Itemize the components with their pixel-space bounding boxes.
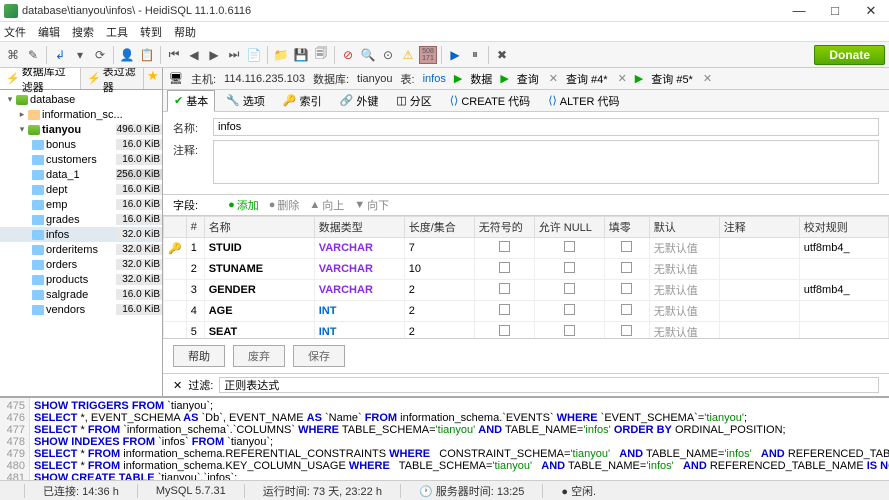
maximize-button[interactable]: □ (821, 3, 849, 19)
table-name-input[interactable] (213, 118, 879, 136)
table-comment-input[interactable] (213, 140, 879, 184)
menu-edit[interactable]: 编辑 (38, 24, 60, 40)
column-row[interactable]: 3GENDERVARCHAR2无默认值utf8mb4_ (164, 280, 889, 301)
filter-input[interactable] (219, 377, 879, 393)
tree-table-salgrade[interactable]: salgrade16.0 KiB (0, 287, 162, 302)
tool-icon[interactable]: ⌘ (4, 46, 22, 64)
discard-button[interactable]: 废弃 (233, 345, 285, 367)
tool-icon[interactable]: 💾 (292, 46, 310, 64)
table-value[interactable]: infos (423, 73, 446, 85)
tool-icon[interactable]: ⏭ (225, 46, 243, 64)
save-button[interactable]: 保存 (293, 345, 345, 367)
move-down-button[interactable]: ▼向下 (354, 197, 389, 213)
minimize-button[interactable]: — (785, 3, 813, 19)
query-tab[interactable]: 查询 #4* (566, 71, 608, 87)
fields-label: 字段: (173, 197, 198, 213)
tree-table-bonus[interactable]: bonus16.0 KiB (0, 137, 162, 152)
play-icon[interactable]: ▶ (635, 72, 643, 85)
tab-basic[interactable]: ✔基本 (167, 90, 215, 112)
menu-goto[interactable]: 转到 (140, 24, 162, 40)
status-bar: 已连接: 14:36 h MySQL 5.7.31 运行时间: 73 天, 23… (0, 480, 889, 500)
tab-fk[interactable]: 🔗外键 (333, 90, 386, 112)
tool-icon[interactable]: ⚠ (399, 46, 417, 64)
close-filter-icon[interactable]: ✕ (173, 379, 182, 392)
tab-table-filter[interactable]: ⚡表过滤器 (81, 68, 144, 89)
column-row[interactable]: 5SEATINT2无默认值 (164, 322, 889, 339)
db-tree[interactable]: ▾database ▸information_sc... ▾tianyou496… (0, 90, 162, 396)
uptime: 运行时间: 73 天, 23:22 h (263, 483, 382, 499)
tool-run-icon[interactable]: ▶ (446, 46, 464, 64)
tree-table-products[interactable]: products32.0 KiB (0, 272, 162, 287)
tool-icon[interactable]: 📄 (245, 46, 263, 64)
move-up-button[interactable]: ▲向上 (309, 197, 344, 213)
host-value[interactable]: 114.116.235.103 (224, 73, 305, 85)
tool-icon[interactable]: ⊘ (339, 46, 357, 64)
sql-log-pane[interactable]: 475476477478479480481 SHOW TRIGGERS FROM… (0, 396, 889, 480)
tree-table-emp[interactable]: emp16.0 KiB (0, 197, 162, 212)
menu-search[interactable]: 搜索 (72, 24, 94, 40)
menu-bar: 文件 编辑 搜索 工具 转到 帮助 (0, 22, 889, 42)
breadcrumb-bar: 🖥 主机: 114.116.235.103 数据库: tianyou 表: in… (163, 68, 889, 90)
tool-icon[interactable]: ▾ (71, 46, 89, 64)
tab-alter-code[interactable]: ⟨⟩ALTER 代码 (541, 90, 626, 112)
play-icon[interactable]: ▶ (500, 72, 508, 85)
tab-create-code[interactable]: ⟨⟩CREATE 代码 (443, 90, 537, 112)
tree-table-orders[interactable]: orders32.0 KiB (0, 257, 162, 272)
menu-tools[interactable]: 工具 (106, 24, 128, 40)
tool-icon[interactable]: 📋 (138, 46, 156, 64)
tool-icon[interactable]: ◀ (185, 46, 203, 64)
add-field-button[interactable]: ●添加 (228, 197, 259, 213)
title-bar: database\tianyou\infos\ - HeidiSQL 11.1.… (0, 0, 889, 22)
db-value[interactable]: tianyou (357, 73, 392, 85)
close-button[interactable]: ✕ (857, 3, 885, 19)
favorite-icon[interactable]: ★ (144, 68, 162, 89)
tree-table-vendors[interactable]: vendors16.0 KiB (0, 302, 162, 317)
tool-icon[interactable]: ✎ (24, 46, 42, 64)
menu-help[interactable]: 帮助 (174, 24, 196, 40)
tab-options[interactable]: 🔧选项 (219, 90, 272, 112)
tree-table-data_1[interactable]: data_1256.0 KiB (0, 167, 162, 182)
tool-icon[interactable]: ⟳ (91, 46, 109, 64)
window-title: database\tianyou\infos\ - HeidiSQL 11.1.… (22, 5, 785, 17)
tool-icon[interactable]: ⏮ (165, 46, 183, 64)
tab-index[interactable]: 🔑索引 (276, 90, 329, 112)
app-icon (4, 4, 18, 18)
tool-icon[interactable]: 🗐 (312, 46, 330, 64)
tool-icon[interactable]: 508171 (419, 46, 437, 64)
tab-partition[interactable]: ◫分区 (389, 90, 438, 112)
column-row[interactable]: 🔑1STUIDVARCHAR7无默认值utf8mb4_ (164, 238, 889, 259)
donate-button[interactable]: Donate (814, 45, 885, 65)
tool-icon[interactable]: 👤 (118, 46, 136, 64)
tool-icon[interactable]: ✖ (493, 46, 511, 64)
help-button[interactable]: 帮助 (173, 345, 225, 367)
tool-icon[interactable]: ⊙ (379, 46, 397, 64)
tool-icon[interactable]: 📁 (272, 46, 290, 64)
tool-icon[interactable]: ↲ (51, 46, 69, 64)
content-tabs: ✔基本 🔧选项 🔑索引 🔗外键 ◫分区 ⟨⟩CREATE 代码 ⟨⟩ALTER … (163, 90, 889, 112)
menu-file[interactable]: 文件 (4, 24, 26, 40)
column-row[interactable]: 2STUNAMEVARCHAR10无默认值 (164, 259, 889, 280)
left-panel: ⚡数据库过滤器 ⚡表过滤器 ★ ▾database ▸information_s… (0, 68, 163, 396)
tree-table-customers[interactable]: customers16.0 KiB (0, 152, 162, 167)
column-row[interactable]: 4AGEINT2无默认值 (164, 301, 889, 322)
host-icon: 🖥 (169, 72, 183, 85)
columns-grid[interactable]: # 名称 数据类型 长度/集合 无符号的 允许 NULL 填零 默认 注释 校对… (163, 216, 889, 338)
tree-table-infos[interactable]: infos32.0 KiB (0, 227, 162, 242)
delete-field-button[interactable]: ●删除 (269, 197, 300, 213)
tree-table-grades[interactable]: grades16.0 KiB (0, 212, 162, 227)
tree-table-dept[interactable]: dept16.0 KiB (0, 182, 162, 197)
tool-icon[interactable]: ⏸ (466, 46, 484, 64)
tree-table-orderitems[interactable]: orderitems32.0 KiB (0, 242, 162, 257)
query-tab[interactable]: 查询 #5* (651, 71, 693, 87)
toolbar: ⌘ ✎ ↲ ▾ ⟳ 👤 📋 ⏮ ◀ ▶ ⏭ 📄 📁 💾 🗐 ⊘ 🔍 ⊙ ⚠ 50… (0, 42, 889, 68)
play-icon[interactable]: ▶ (454, 72, 462, 85)
mysql-version: MySQL 5.7.31 (156, 485, 226, 497)
tool-icon[interactable]: 🔍 (359, 46, 377, 64)
tab-db-filter[interactable]: ⚡数据库过滤器 (0, 68, 81, 89)
tool-icon[interactable]: ▶ (205, 46, 223, 64)
